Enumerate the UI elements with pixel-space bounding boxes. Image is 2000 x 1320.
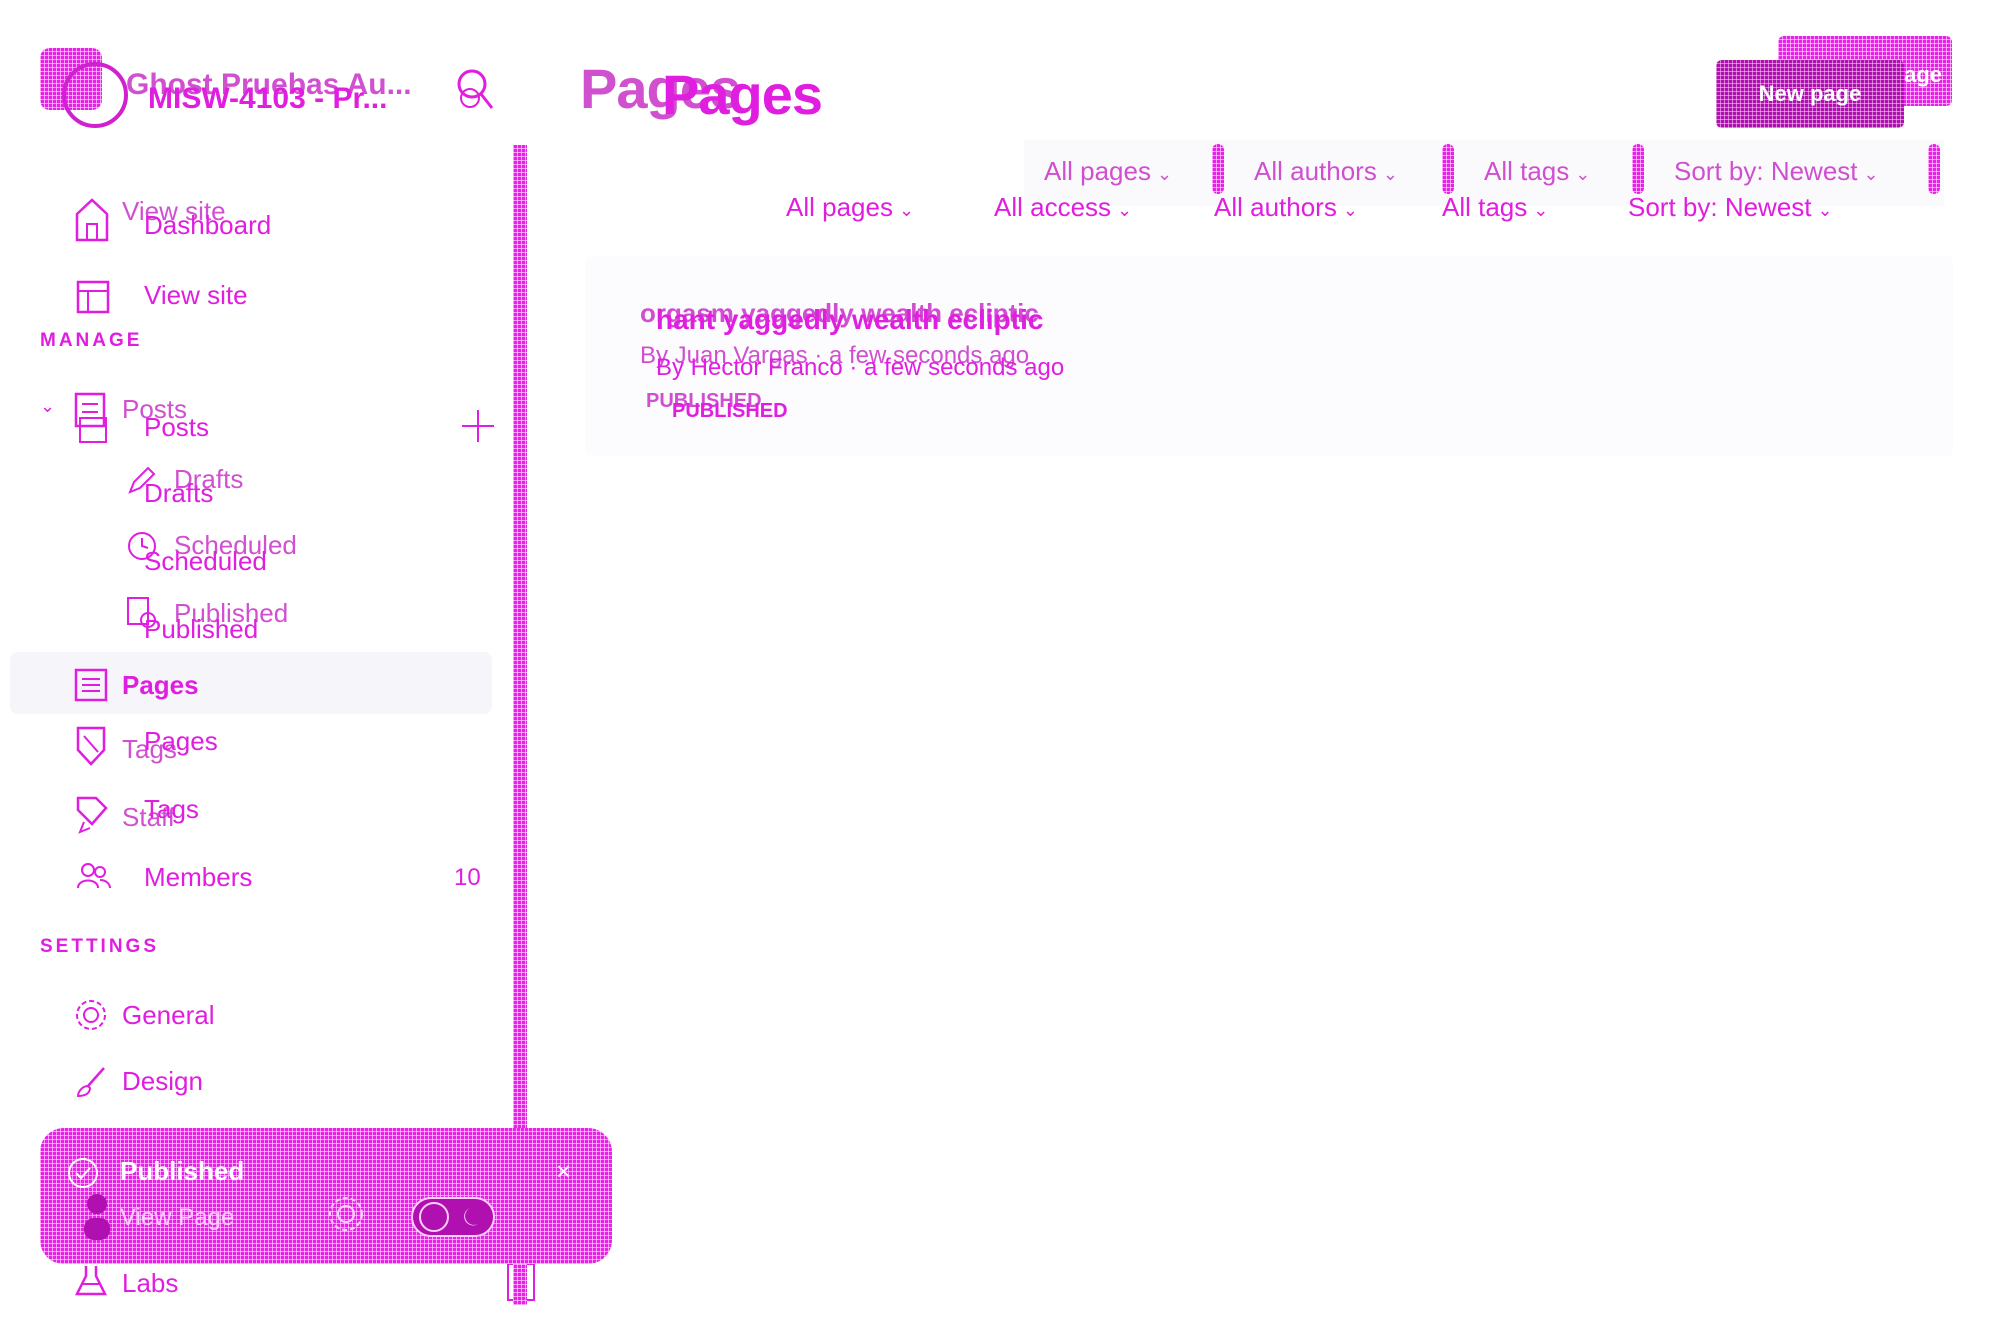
sidebar-item-design[interactable]: Design — [122, 1066, 203, 1097]
filter-all-authors[interactable]: All authors ⌄ — [1254, 156, 1398, 187]
members-icon — [77, 863, 111, 889]
pages-icon — [74, 668, 108, 702]
sidebar-item-members[interactable]: Members — [144, 862, 252, 893]
filter-all-pages[interactable]: All pages ⌄ — [1044, 156, 1172, 187]
sidebar: Ghost Pruebas Au... MISW-4103 - Pr... Vi… — [0, 0, 535, 1320]
page-title: Pages — [662, 63, 823, 126]
close-icon[interactable]: × — [556, 1156, 571, 1187]
site-icon-ring — [62, 62, 128, 128]
plus-icon[interactable] — [460, 408, 496, 444]
flask-icon — [74, 1266, 108, 1296]
members-count: 10 — [454, 864, 481, 891]
filter-all-tags-2[interactable]: All tags ⌄ — [1442, 192, 1548, 223]
settings-gear-icon[interactable] — [326, 1194, 366, 1234]
filter-sort-2[interactable]: Sort by: Newest ⌄ — [1628, 192, 1833, 223]
staff-icon — [76, 796, 108, 834]
filter-all-access[interactable]: All access ⌄ — [994, 192, 1132, 223]
filter-separator — [1632, 144, 1644, 194]
filter-all-tags[interactable]: All tags ⌄ — [1484, 156, 1590, 187]
filter-separator — [1928, 144, 1940, 194]
brush-icon — [76, 1067, 105, 1098]
sidebar-item-dashboard[interactable]: Dashboard — [144, 210, 271, 241]
posts-icon — [74, 392, 107, 443]
avatar[interactable] — [80, 1192, 114, 1242]
filter-all-authors-2[interactable]: All authors ⌄ — [1214, 192, 1358, 223]
sidebar-item-tags-2[interactable]: Tags — [144, 794, 199, 825]
check-circle-icon — [68, 1158, 98, 1188]
toast-view-page-link[interactable]: View Page — [120, 1204, 234, 1232]
new-page-button-2[interactable]: New page — [1716, 60, 1904, 128]
theme-toggle[interactable] — [410, 1196, 496, 1238]
sidebar-item-labs[interactable]: Labs — [122, 1268, 178, 1299]
tag-icon — [76, 726, 106, 766]
home-icon — [75, 198, 109, 242]
sidebar-item-scheduled-2[interactable]: Scheduled — [144, 546, 267, 577]
page-title-row[interactable]: hant yaggedly wealth ecliptic — [656, 304, 1043, 336]
sidebar-item-posts-2[interactable]: Posts — [144, 412, 209, 443]
layout-icon — [76, 280, 110, 314]
section-label-settings: SETTINGS — [40, 936, 160, 957]
filter-separator — [1212, 144, 1224, 194]
section-label-manage: MANAGE — [40, 330, 143, 351]
sidebar-item-pages-2[interactable]: Pages — [144, 726, 218, 757]
search-icon[interactable] — [452, 64, 496, 114]
filter-sort[interactable]: Sort by: Newest ⌄ — [1674, 156, 1879, 187]
sidebar-item-view-site-2[interactable]: View site — [144, 280, 248, 311]
sidebar-item-drafts-2[interactable]: Drafts — [144, 478, 213, 509]
chevron-down-icon[interactable]: ⌄ — [40, 396, 55, 417]
filter-all-pages-2[interactable]: All pages ⌄ — [786, 192, 914, 223]
gear-icon — [76, 1000, 106, 1030]
page-meta: By Hector Franco · a few seconds ago — [656, 354, 1065, 381]
sidebar-item-pages[interactable]: Pages — [122, 670, 199, 701]
sidebar-item-published-2[interactable]: Published — [144, 614, 258, 645]
site-subtitle[interactable]: MISW-4103 - Pr... — [148, 82, 387, 116]
filter-separator — [1442, 144, 1454, 194]
sidebar-item-general[interactable]: General — [122, 1000, 215, 1031]
toast-title: Published — [120, 1156, 245, 1186]
status-badge: PUBLISHED — [672, 400, 788, 422]
